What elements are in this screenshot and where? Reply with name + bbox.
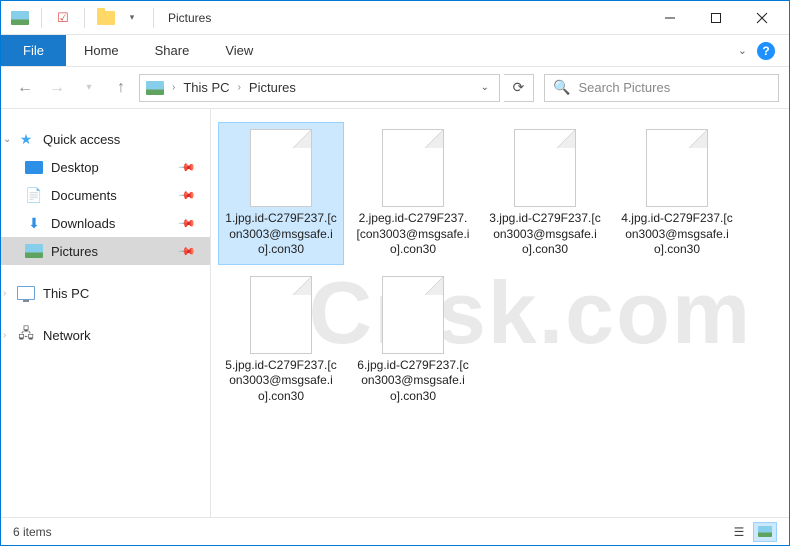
- quick-access-toolbar: ☑ ▾: [5, 7, 164, 29]
- help-icon[interactable]: ?: [757, 42, 775, 60]
- search-box[interactable]: 🔍 Search Pictures: [544, 74, 779, 102]
- folder-icon[interactable]: [95, 7, 117, 29]
- file-icon: [382, 129, 444, 207]
- search-icon: 🔍: [553, 79, 570, 96]
- file-tab[interactable]: File: [1, 35, 66, 66]
- chevron-right-icon[interactable]: ›: [3, 288, 6, 299]
- up-button[interactable]: ↑: [107, 74, 135, 102]
- file-item[interactable]: 1.jpg.id-C279F237.[con3003@msgsafe.io].c…: [219, 123, 343, 264]
- breadcrumb-this-pc[interactable]: This PC: [183, 80, 229, 95]
- close-button[interactable]: [739, 1, 785, 35]
- this-pc-icon: [17, 285, 35, 301]
- quick-access-label: Quick access: [43, 132, 120, 147]
- separator: [41, 8, 42, 28]
- file-item[interactable]: 5.jpg.id-C279F237.[con3003@msgsafe.io].c…: [219, 270, 343, 411]
- address-bar[interactable]: › This PC › Pictures ⌄: [139, 74, 500, 102]
- sidebar-item-desktop[interactable]: Desktop 📌: [1, 153, 210, 181]
- window-title: Pictures: [168, 11, 211, 25]
- file-icon: [382, 276, 444, 354]
- file-item[interactable]: 2.jpeg.id-C279F237.[con3003@msgsafe.io].…: [351, 123, 475, 264]
- file-icon: [250, 129, 312, 207]
- documents-icon: 📄: [25, 187, 43, 203]
- this-pc[interactable]: › This PC: [1, 279, 210, 307]
- content-area: ⌄ ★ Quick access Desktop 📌 📄 Documents 📌…: [1, 109, 789, 517]
- this-pc-label: This PC: [43, 286, 89, 301]
- desktop-icon: [25, 161, 43, 174]
- forward-button[interactable]: →: [43, 74, 71, 102]
- network-icon: 🖧: [17, 327, 35, 343]
- file-grid: 1.jpg.id-C279F237.[con3003@msgsafe.io].c…: [219, 123, 781, 411]
- breadcrumb-pictures[interactable]: Pictures: [249, 80, 296, 95]
- minimize-button[interactable]: [647, 1, 693, 35]
- chevron-right-icon: ›: [238, 82, 241, 93]
- window-controls: [647, 1, 785, 34]
- pin-icon: 📌: [178, 242, 197, 261]
- details-view-button[interactable]: ☰: [727, 522, 751, 542]
- sidebar-item-documents[interactable]: 📄 Documents 📌: [1, 181, 210, 209]
- status-bar: 6 items ☰: [1, 517, 789, 545]
- pin-icon: 📌: [178, 186, 197, 205]
- separator: [153, 8, 154, 28]
- chevron-right-icon: ›: [172, 82, 175, 93]
- qat-dropdown-icon[interactable]: ▾: [121, 7, 143, 29]
- tab-view[interactable]: View: [207, 35, 271, 66]
- pictures-icon: [25, 243, 43, 259]
- file-item[interactable]: 3.jpg.id-C279F237.[con3003@msgsafe.io].c…: [483, 123, 607, 264]
- file-pane[interactable]: PCrisk.com 1.jpg.id-C279F237.[con3003@ms…: [211, 109, 789, 517]
- downloads-icon: ⬇: [25, 215, 43, 231]
- chevron-down-icon[interactable]: ⌄: [3, 134, 11, 145]
- navigation-bar: ← → ▾ ↑ › This PC › Pictures ⌄ ⟳ 🔍 Searc…: [1, 67, 789, 109]
- network-label: Network: [43, 328, 91, 343]
- file-name: 5.jpg.id-C279F237.[con3003@msgsafe.io].c…: [223, 358, 339, 405]
- maximize-button[interactable]: [693, 1, 739, 35]
- tab-share[interactable]: Share: [137, 35, 208, 66]
- ribbon: File Home Share View ⌄ ?: [1, 35, 789, 67]
- sidebar-item-downloads[interactable]: ⬇ Downloads 📌: [1, 209, 210, 237]
- file-item[interactable]: 6.jpg.id-C279F237.[con3003@msgsafe.io].c…: [351, 270, 475, 411]
- file-item[interactable]: 4.jpg.id-C279F237.[con3003@msgsafe.io].c…: [615, 123, 739, 264]
- pin-icon: 📌: [178, 158, 197, 177]
- chevron-right-icon[interactable]: ›: [3, 330, 6, 341]
- app-icon: [9, 7, 31, 29]
- item-count: 6 items: [13, 525, 52, 539]
- title-bar: ☑ ▾ Pictures: [1, 1, 789, 35]
- pin-icon: 📌: [178, 214, 197, 233]
- file-name: 3.jpg.id-C279F237.[con3003@msgsafe.io].c…: [487, 211, 603, 258]
- file-icon: [250, 276, 312, 354]
- file-name: 2.jpeg.id-C279F237.[con3003@msgsafe.io].…: [355, 211, 471, 258]
- file-icon: [646, 129, 708, 207]
- back-button[interactable]: ←: [11, 74, 39, 102]
- sidebar-item-label: Pictures: [51, 244, 98, 259]
- quick-access[interactable]: ⌄ ★ Quick access: [1, 125, 210, 153]
- navigation-pane: ⌄ ★ Quick access Desktop 📌 📄 Documents 📌…: [1, 109, 211, 517]
- refresh-button[interactable]: ⟳: [504, 74, 534, 102]
- search-placeholder: Search Pictures: [578, 80, 670, 95]
- star-icon: ★: [17, 131, 35, 147]
- expand-ribbon-icon[interactable]: ⌄: [738, 44, 747, 57]
- separator: [84, 8, 85, 28]
- thumbnails-view-button[interactable]: [753, 522, 777, 542]
- location-icon: [146, 81, 164, 95]
- sidebar-item-pictures[interactable]: Pictures 📌: [1, 237, 210, 265]
- recent-locations-icon[interactable]: ▾: [75, 74, 103, 102]
- tab-home[interactable]: Home: [66, 35, 137, 66]
- address-dropdown-icon[interactable]: ⌄: [477, 82, 493, 93]
- sidebar-item-label: Documents: [51, 188, 117, 203]
- file-icon: [514, 129, 576, 207]
- sidebar-item-label: Downloads: [51, 216, 115, 231]
- network[interactable]: › 🖧 Network: [1, 321, 210, 349]
- properties-icon[interactable]: ☑: [52, 7, 74, 29]
- sidebar-item-label: Desktop: [51, 160, 99, 175]
- file-name: 1.jpg.id-C279F237.[con3003@msgsafe.io].c…: [223, 211, 339, 258]
- file-name: 4.jpg.id-C279F237.[con3003@msgsafe.io].c…: [619, 211, 735, 258]
- file-name: 6.jpg.id-C279F237.[con3003@msgsafe.io].c…: [355, 358, 471, 405]
